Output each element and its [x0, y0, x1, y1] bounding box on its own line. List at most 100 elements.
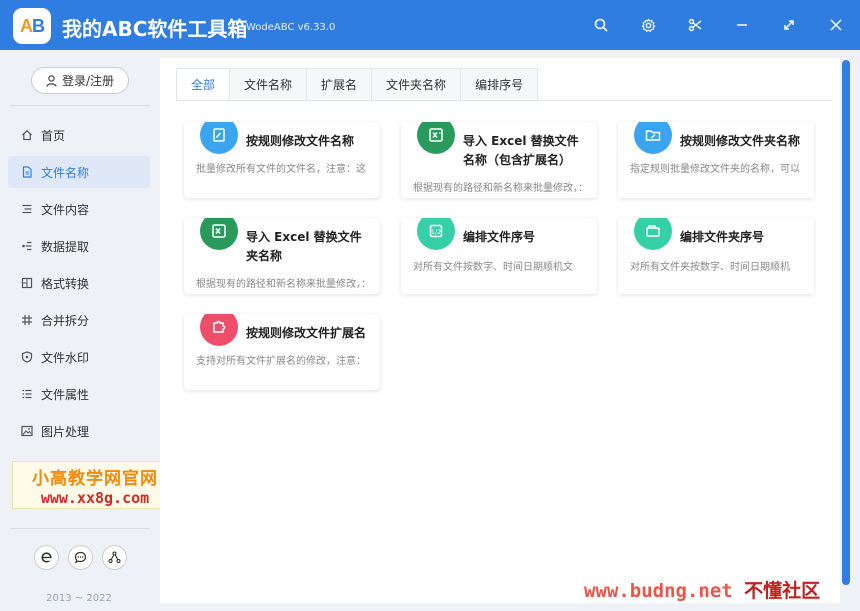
- ie-icon: [41, 552, 52, 563]
- extract-icon: [21, 240, 33, 252]
- maximize-button[interactable]: [776, 12, 802, 38]
- card-sequence-files[interactable]: 1/2 编排文件序号 对所有文件按数字、时间日期顺机文: [401, 218, 597, 294]
- card-title: 按规则修改文件夹名称: [680, 134, 801, 148]
- sidebar-item-file-watermark[interactable]: 文件水印: [8, 341, 150, 373]
- sidebar-item-label: 首页: [41, 128, 66, 143]
- app-logo: AB: [13, 8, 51, 44]
- card-title: 编排文件夹序号: [680, 230, 765, 244]
- card-description: 对所有文件按数字、时间日期顺机文: [413, 262, 573, 273]
- logo-letter-b: B: [32, 15, 45, 36]
- card-rename-files-by-rule[interactable]: 按规则修改文件名称 批量修改所有文件的文件名，注意：这: [184, 122, 380, 198]
- sidebar-item-label: 文件内容: [41, 202, 90, 217]
- minimize-icon: [737, 24, 747, 26]
- sidebar-item-label: 图片处理: [41, 424, 90, 439]
- sidebar-divider: [10, 105, 150, 106]
- card-rename-extension-by-rule[interactable]: 按规则修改文件扩展名 支持对所有文件扩展名的修改，注意：: [184, 314, 380, 390]
- convert-icon: [21, 277, 33, 289]
- sidebar-item-merge-split[interactable]: 合并拆分: [8, 304, 150, 336]
- copyright: 2013 ~ 2022: [46, 593, 112, 604]
- settings-button[interactable]: [635, 12, 661, 38]
- user-icon: [46, 74, 57, 87]
- card-title: 导入 Excel 替换文件名称（包含扩展名）: [463, 134, 579, 167]
- sidebar-item-label: 文件属性: [41, 387, 90, 402]
- tabs-underline: [176, 100, 832, 101]
- card-excel-rename-files[interactable]: 导入 Excel 替换文件名称（包含扩展名） 根据现有的路径和新名称来批量修改，…: [401, 122, 597, 198]
- card-title: 按规则修改文件名称: [246, 134, 355, 148]
- chat-icon: [74, 551, 87, 564]
- shield-icon: [21, 351, 33, 363]
- svg-text:1/2: 1/2: [431, 228, 441, 236]
- close-icon: [830, 19, 842, 31]
- sidebar-item-home[interactable]: 首页: [8, 119, 150, 151]
- corner-watermark: www.budng.net 不懂社区: [584, 576, 820, 603]
- card-excel-rename-folders[interactable]: 导入 Excel 替换文件夹名称 根据现有的路径和新名称来批量修改，：: [184, 218, 380, 294]
- card-description: 批量修改所有文件的文件名，注意：这: [196, 164, 366, 175]
- card-rename-folders-by-rule[interactable]: 按规则修改文件夹名称 指定规则批量修改文件夹的名称，可以: [618, 122, 814, 198]
- sidebar: 登录/注册 首页 文件名称 文件内容 数据提取 格式转换 合并拆分 文件水印 文…: [0, 50, 158, 611]
- tab-all[interactable]: 全部: [176, 68, 231, 100]
- browser-button[interactable]: [34, 545, 59, 570]
- card-description: 对所有文件夹按数字、时间日期顺机: [630, 262, 790, 273]
- scrollbar-thumb[interactable]: [842, 60, 850, 585]
- folder-edit-icon: [634, 122, 672, 154]
- card-sequence-folders[interactable]: 编排文件夹序号 对所有文件夹按数字、时间日期顺机: [618, 218, 814, 294]
- feedback-button[interactable]: [68, 545, 93, 570]
- title-bar: AB 我的ABC软件工具箱 WodeABC v6.33.0: [0, 0, 860, 50]
- card-description: 根据现有的路径和新名称来批量修改，：: [196, 279, 370, 290]
- tab-sequence[interactable]: 编排序号: [460, 68, 539, 100]
- home-icon: [21, 129, 33, 141]
- close-button[interactable]: [823, 12, 849, 38]
- folder-sequence-icon: [634, 218, 672, 250]
- sidebar-item-label: 文件水印: [41, 350, 90, 365]
- corner-watermark-site: 不懂社区: [744, 580, 821, 602]
- login-label: 登录/注册: [61, 74, 115, 88]
- gear-icon: [641, 17, 655, 32]
- share-button[interactable]: [102, 545, 127, 570]
- sidebar-divider: [10, 528, 150, 529]
- puzzle-icon: [200, 314, 238, 346]
- sidebar-item-label: 合并拆分: [41, 313, 90, 328]
- excel-icon: [417, 122, 455, 154]
- card-description: 根据现有的路径和新名称来批量修改，：: [413, 183, 587, 194]
- list-icon: [21, 203, 33, 215]
- screenshot-button[interactable]: [682, 12, 708, 38]
- tab-folder-name[interactable]: 文件夹名称: [371, 68, 462, 100]
- image-icon: [21, 425, 33, 437]
- excel-icon: [200, 218, 238, 250]
- tab-file-name[interactable]: 文件名称: [229, 68, 308, 100]
- search-icon: [594, 18, 608, 32]
- share-icon: [108, 551, 121, 564]
- card-title: 编排文件序号: [463, 230, 536, 244]
- sidebar-item-data-extract[interactable]: 数据提取: [8, 230, 150, 262]
- logo-letter-a: A: [20, 15, 33, 36]
- card-title: 按规则修改文件扩展名: [246, 326, 367, 340]
- watermark-banner: 小高教学网官网 www.xx8g.com: [12, 461, 178, 509]
- sequence-icon: 1/2: [417, 218, 455, 250]
- corner-watermark-url: www.budng.net: [584, 580, 733, 602]
- sidebar-item-label: 格式转换: [41, 276, 90, 291]
- card-description: 支持对所有文件扩展名的修改，注意：: [196, 356, 366, 367]
- main-panel: 全部 文件名称 扩展名 文件夹名称 编排序号 按规则修改文件名称 批量修改所有文…: [160, 58, 840, 603]
- sidebar-item-file-content[interactable]: 文件内容: [8, 193, 150, 225]
- login-button[interactable]: 登录/注册: [31, 67, 129, 94]
- sidebar-item-label: 文件名称: [41, 165, 90, 180]
- card-description: 指定规则批量修改文件夹的名称，可以: [630, 164, 800, 175]
- sidebar-item-label: 数据提取: [41, 239, 90, 254]
- app-version: WodeABC v6.33.0: [246, 22, 336, 33]
- maximize-icon: [784, 20, 794, 30]
- tab-extension[interactable]: 扩展名: [306, 68, 373, 100]
- app-title: 我的ABC软件工具箱: [62, 17, 248, 41]
- search-button[interactable]: [588, 12, 614, 38]
- tab-bar: 全部 文件名称 扩展名 文件夹名称 编排序号: [176, 68, 539, 100]
- file-icon: [21, 166, 33, 178]
- edit-doc-icon: [200, 122, 238, 154]
- sidebar-item-file-name[interactable]: 文件名称: [8, 156, 150, 188]
- hash-icon: [21, 314, 33, 326]
- watermark-url: www.xx8g.com: [40, 488, 150, 507]
- properties-icon: [21, 388, 33, 400]
- sidebar-item-format-convert[interactable]: 格式转换: [8, 267, 150, 299]
- minimize-button[interactable]: [729, 12, 755, 38]
- sidebar-item-image-processing[interactable]: 图片处理: [8, 415, 150, 447]
- sidebar-item-file-properties[interactable]: 文件属性: [8, 378, 150, 410]
- scissors-icon: [688, 18, 702, 32]
